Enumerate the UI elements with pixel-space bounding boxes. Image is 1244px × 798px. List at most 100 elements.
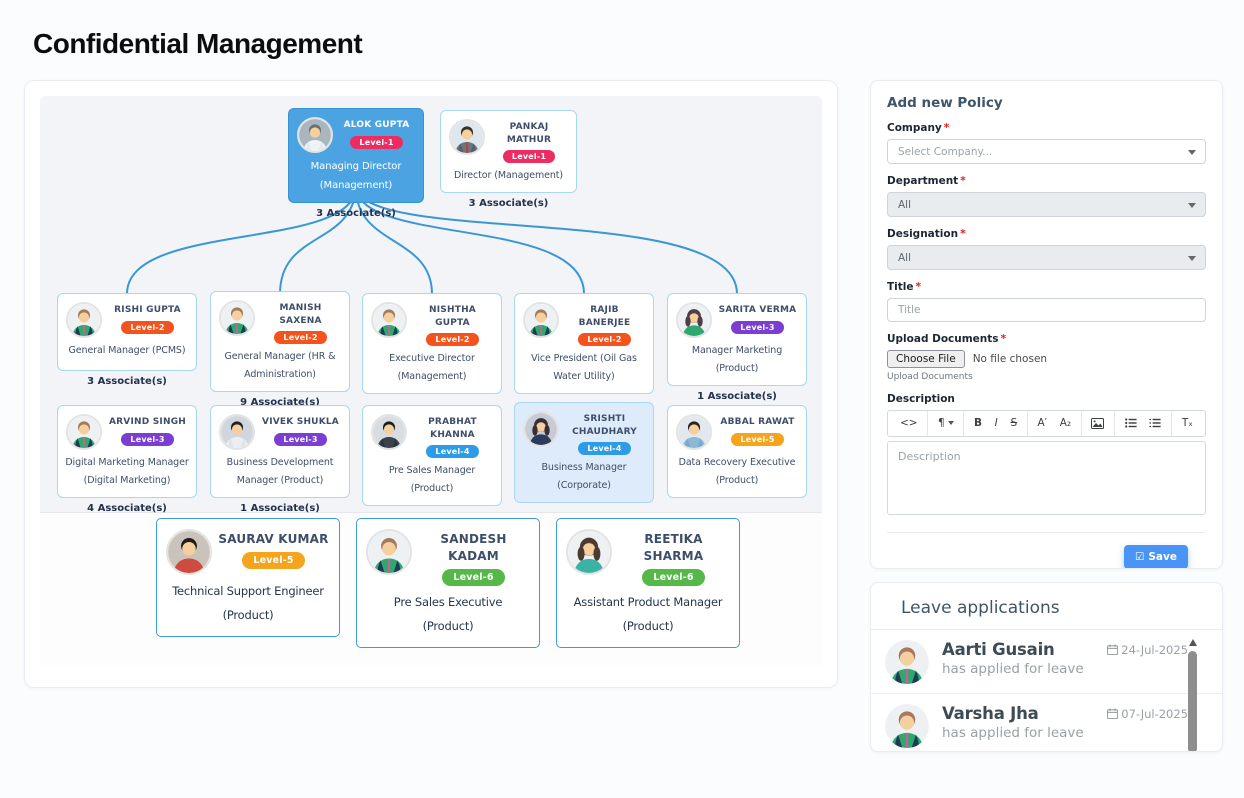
org-node-card[interactable]: SAURAV KUMAR Level-5 Technical Support E… (156, 518, 340, 637)
level-badge: Level-2 (426, 333, 478, 346)
org-node-card[interactable]: SANDESH KADAM Level-6 Pre Sales Executiv… (356, 518, 540, 648)
level-badge: Level-1 (503, 150, 555, 163)
org-node-card[interactable]: PANKAJ MATHUR Level-1 Director (Manageme… (440, 110, 577, 193)
employee-name: PANKAJ MATHUR (490, 121, 568, 146)
avatar (219, 414, 255, 450)
avatar (885, 704, 929, 748)
company-label: Company* (887, 122, 1206, 134)
ordered-list-button[interactable] (1146, 411, 1164, 436)
org-node-card[interactable]: REETIKA SHARMA Level-6 Assistant Product… (556, 518, 740, 648)
employee-name: SRISHTI CHAUDHARY (564, 413, 645, 438)
avatar (166, 529, 212, 575)
employee-title: Director (Management) (446, 167, 571, 185)
unordered-list-button[interactable] (1122, 411, 1140, 436)
scrollbar[interactable] (1188, 639, 1197, 752)
org-node: PRABHAT KHANNA Level-4 Pre Sales Manager… (362, 405, 502, 506)
org-node-card[interactable]: SARITA VERMA Level-3 Manager Marketing (… (667, 293, 807, 386)
org-node: NISHTHA GUPTA Level-2 Executive Director… (362, 293, 502, 394)
clear-format-button[interactable]: Tₓ (1179, 411, 1196, 436)
org-node-card-selected[interactable]: SRISHTI CHAUDHARY Level-4 Business Manag… (514, 402, 654, 503)
avatar (676, 302, 712, 338)
employee-name: SAURAV KUMAR (218, 531, 328, 548)
employee-title: Managing Director (Management) (294, 157, 418, 195)
org-node-card[interactable]: RAJIB BANERJEE Level-2 Vice President (O… (514, 293, 654, 394)
save-check-icon: ☑ (1135, 551, 1144, 563)
subscript-button[interactable]: A₂ (1057, 411, 1074, 436)
employee-name: MANISH SAXENA (260, 302, 341, 327)
employee-title: Technical Support Engineer(Product) (163, 579, 333, 627)
paragraph-format-button[interactable]: ¶ (935, 411, 957, 436)
policy-panel-title: Add new Policy (887, 95, 1206, 111)
toolbar-divider (963, 411, 964, 436)
chevron-down-icon (948, 421, 954, 425)
level-badge: Level-3 (121, 433, 173, 446)
org-node-card[interactable]: NISHTHA GUPTA Level-2 Executive Director… (362, 293, 502, 394)
org-node-card[interactable]: PRABHAT KHANNA Level-4 Pre Sales Manager… (362, 405, 502, 506)
avatar (885, 640, 929, 684)
associates-count: 3 Associate(s) (440, 198, 577, 209)
org-node: SANDESH KADAM Level-6 Pre Sales Executiv… (356, 518, 540, 648)
designation-select-value: All (898, 252, 911, 264)
description-input[interactable] (887, 441, 1206, 515)
org-node-card[interactable]: ABBAL RAWAT Level-5 Data Recovery Execut… (667, 405, 807, 498)
org-node: RISHI GUPTA Level-2 General Manager (PCM… (57, 293, 197, 387)
department-select[interactable]: All (887, 192, 1206, 217)
employee-title: General Manager (HR & Administration) (216, 348, 344, 384)
page-title: Confidential Management (33, 28, 362, 60)
level-badge: Level-2 (121, 321, 173, 334)
superscript-button[interactable]: A′ (1034, 411, 1050, 436)
employee-title: Pre Sales Executive(Product) (363, 590, 533, 638)
employee-name: ABBAL RAWAT (720, 416, 794, 429)
leave-list-item[interactable]: Aarti Gusain 24-Jul-2025 has applied for… (871, 630, 1222, 694)
insert-image-button[interactable] (1088, 411, 1107, 436)
org-node: RAJIB BANERJEE Level-2 Vice President (O… (514, 293, 654, 394)
avatar (66, 414, 102, 450)
toolbar-divider (1081, 411, 1082, 436)
org-node-card[interactable]: ALOK GUPTA Level-1 Managing Director (Ma… (288, 108, 424, 203)
org-node-card[interactable]: ARVIND SINGH Level-3 Digital Marketing M… (57, 405, 197, 498)
level-badge: Level-6 (442, 569, 504, 586)
level-badge: Level-3 (731, 321, 783, 334)
leave-list-item[interactable]: Varsha Jha 07-Jul-2025 has applied for l… (871, 694, 1222, 752)
avatar (371, 302, 407, 338)
org-node: MANISH SAXENA Level-2 General Manager (H… (210, 291, 350, 408)
avatar (366, 529, 412, 575)
bold-button[interactable]: B (971, 411, 985, 436)
org-node-card[interactable]: VIVEK SHUKLA Level-3 Business Developmen… (210, 405, 350, 498)
avatar (523, 411, 559, 447)
italic-button[interactable]: I (992, 411, 1001, 436)
employee-name: REETIKA SHARMA (617, 531, 730, 565)
avatar (449, 119, 485, 155)
associates-count: 3 Associate(s) (288, 208, 424, 219)
employee-title: Digital Marketing Manager (Digital Marke… (63, 454, 191, 490)
save-button[interactable]: ☑ Save (1124, 545, 1188, 569)
designation-select[interactable]: All (887, 245, 1206, 270)
strikethrough-button[interactable]: S (1007, 411, 1020, 436)
leave-message: has applied for leave (942, 661, 1188, 677)
employee-name: RAJIB BANERJEE (564, 304, 645, 329)
org-node: VIVEK SHUKLA Level-3 Business Developmen… (210, 405, 350, 514)
org-node: ALOK GUPTA Level-1 Managing Director (Ma… (288, 108, 424, 219)
leave-date: 07-Jul-2025 (1107, 707, 1188, 721)
avatar (566, 529, 612, 575)
code-view-button[interactable]: <> (897, 411, 921, 436)
avatar (297, 117, 333, 153)
leave-date: 24-Jul-2025 (1107, 643, 1188, 657)
scroll-up-icon[interactable] (1189, 639, 1197, 646)
company-select[interactable]: Select Company... (887, 139, 1206, 164)
org-node: SAURAV KUMAR Level-5 Technical Support E… (156, 518, 340, 637)
leave-employee-name: Aarti Gusain (942, 640, 1055, 659)
employee-name: RISHI GUPTA (114, 304, 181, 317)
leave-applications-panel: Leave applications Aarti Gusain 24-Jul-2… (870, 582, 1223, 752)
title-input[interactable] (887, 298, 1206, 322)
choose-file-button[interactable]: Choose File (887, 350, 965, 368)
org-node-card[interactable]: RISHI GUPTA Level-2 General Manager (PCM… (57, 293, 197, 371)
employee-name: ALOK GUPTA (344, 119, 410, 132)
level-badge: Level-1 (350, 136, 402, 149)
required-asterisk: * (1001, 333, 1007, 345)
associates-count: 3 Associate(s) (57, 376, 197, 387)
org-node-card[interactable]: MANISH SAXENA Level-2 General Manager (H… (210, 291, 350, 392)
scrollbar-thumb[interactable] (1188, 651, 1197, 752)
app: Confidential Management ALOK GUPTA Level… (0, 0, 1244, 798)
org-node: SARITA VERMA Level-3 Manager Marketing (… (667, 293, 807, 402)
